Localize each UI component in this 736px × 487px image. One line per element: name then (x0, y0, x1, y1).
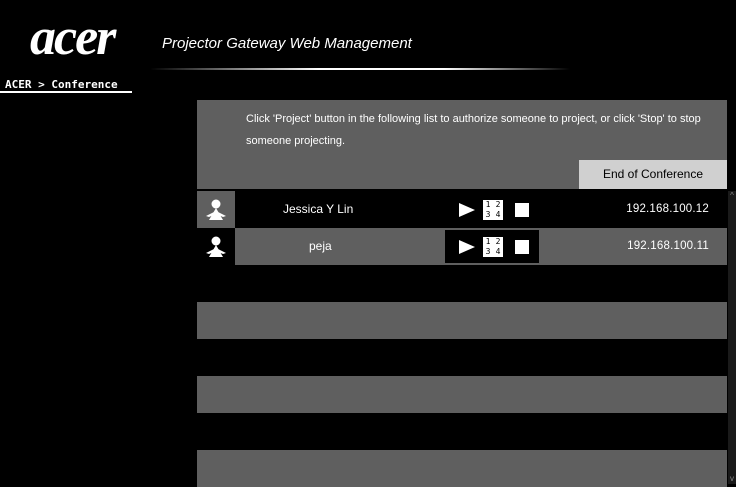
play-icon[interactable] (459, 239, 475, 254)
instructions-panel: Click 'Project' button in the following … (197, 100, 727, 189)
empty-row (197, 265, 727, 302)
participant-name: Jessica Y Lin (283, 202, 354, 216)
quad-split-icon[interactable]: 12 34 (483, 199, 503, 220)
play-icon[interactable] (459, 202, 475, 217)
participant-row: peja 12 34 192.168.100.11 (197, 228, 727, 265)
projection-controls: 12 34 (445, 193, 529, 226)
empty-row (197, 413, 727, 450)
empty-row (197, 376, 727, 413)
scroll-up-icon[interactable]: ^ (728, 191, 736, 201)
user-icon (197, 228, 235, 265)
projection-controls: 12 34 (445, 230, 539, 263)
app-subtitle: Projector Gateway Web Management (162, 35, 412, 52)
empty-row (197, 302, 727, 339)
participant-ip: 192.168.100.12 (626, 203, 709, 215)
participant-row: Jessica Y Lin 12 34 192.168.100.12 (197, 191, 727, 228)
scroll-down-icon[interactable]: v (728, 474, 736, 484)
participant-list: Jessica Y Lin 12 34 192.168.100.12 peja (197, 191, 727, 487)
stop-icon[interactable] (515, 239, 529, 254)
list-scrollbar[interactable]: ^ v (728, 191, 736, 484)
user-icon (197, 191, 235, 228)
conference-panel: Click 'Project' button in the following … (197, 100, 727, 487)
quad-split-icon[interactable]: 12 34 (483, 236, 503, 257)
end-of-conference-button[interactable]: End of Conference (579, 160, 727, 189)
participant-name: peja (309, 239, 332, 253)
breadcrumb-divider (0, 91, 132, 93)
instructions-text: Click 'Project' button in the following … (246, 113, 701, 147)
acer-logo: acer (30, 9, 116, 66)
empty-row (197, 339, 727, 376)
header: acer Projector Gateway Web Management (0, 0, 736, 72)
participant-ip: 192.168.100.11 (627, 240, 709, 252)
stop-icon[interactable] (515, 202, 529, 217)
empty-row (197, 450, 727, 487)
breadcrumb: ACER > Conference (5, 78, 118, 91)
header-divider (150, 68, 570, 70)
